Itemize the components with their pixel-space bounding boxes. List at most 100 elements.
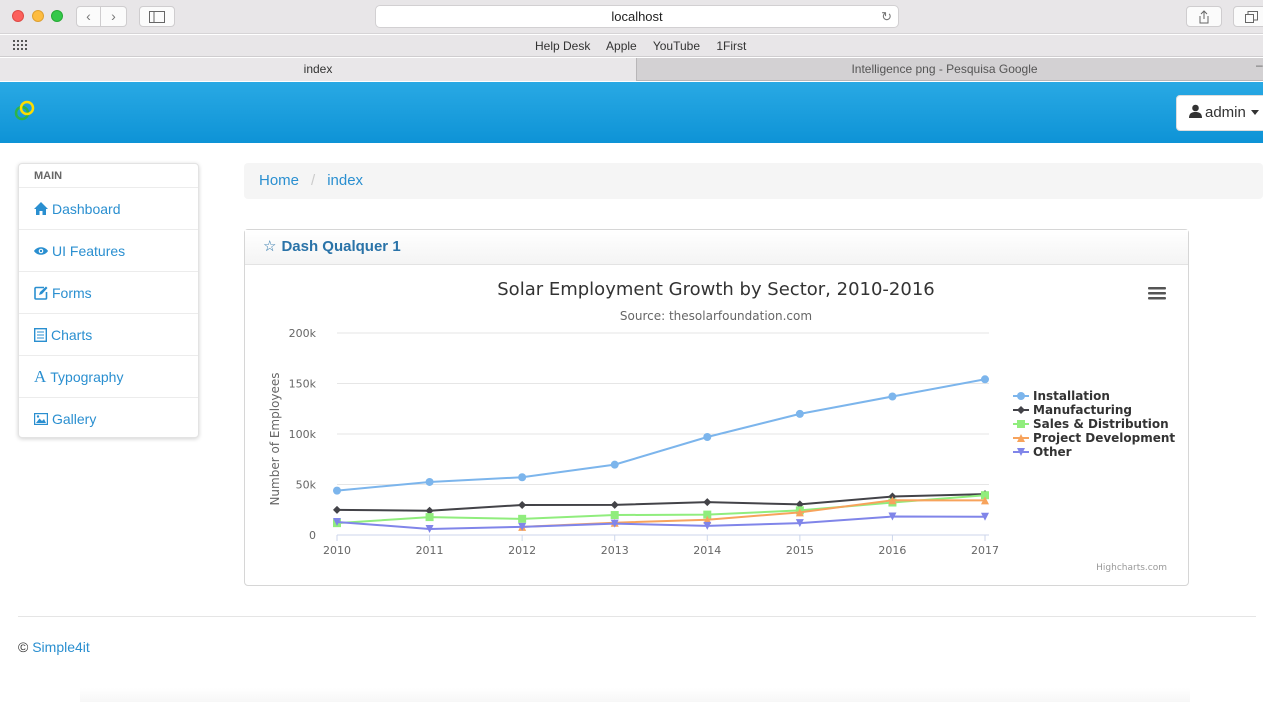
x-tick-label: 2014	[693, 544, 721, 557]
bottom-shadow	[80, 688, 1190, 702]
grid-icon[interactable]	[13, 40, 29, 52]
y-tick-label: 50k	[296, 479, 317, 492]
sidebar-item-forms[interactable]: Forms	[19, 272, 198, 314]
forward-button[interactable]: ›	[101, 6, 127, 27]
series-line-sales-distribution	[336, 494, 986, 525]
sidebar-icon	[149, 11, 165, 23]
back-button[interactable]: ‹	[76, 6, 101, 27]
tab-index[interactable]: index	[0, 58, 637, 81]
chevron-left-icon: ‹	[86, 8, 91, 24]
breadcrumb-current[interactable]: index	[327, 172, 363, 189]
chart-title: Solar Employment Growth by Sector, 2010-…	[497, 279, 934, 300]
sidebar-item-label: Gallery	[52, 411, 97, 427]
data-point-installation	[703, 432, 712, 441]
favorite-link[interactable]: YouTube	[653, 39, 700, 53]
series-line-other	[336, 515, 986, 530]
data-point-sales-distribution	[610, 511, 619, 520]
url-text: localhost	[611, 9, 663, 24]
x-tick-label: 2013	[601, 544, 629, 557]
data-point-installation	[795, 409, 804, 418]
favorite-link[interactable]: 1First	[716, 39, 746, 53]
legend-item-other: Other	[1033, 445, 1072, 459]
zoom-window-button[interactable]	[51, 10, 63, 22]
y-tick-label: 200k	[289, 327, 317, 340]
sidebar-item-gallery[interactable]: Gallery	[19, 398, 198, 440]
address-bar[interactable]: localhost ↻	[375, 5, 899, 28]
favorites-bar: Help Desk Apple YouTube 1First	[0, 35, 1263, 57]
legend-item-sales-distribution: Sales & Distribution	[1033, 417, 1169, 431]
chart-menu-icon	[1148, 297, 1166, 300]
sidebar-item-label: UI Features	[52, 242, 126, 259]
dashboard-panel: ☆ Dash Qualquer 1 Solar Employment Growth…	[244, 229, 1189, 586]
x-tick-label: 2015	[786, 544, 814, 557]
data-point-installation	[333, 486, 341, 495]
list-icon	[34, 327, 47, 342]
picture-icon	[34, 413, 48, 425]
minimize-window-button[interactable]	[32, 10, 44, 22]
font-icon: A	[34, 366, 47, 386]
legend-item-manufacturing: Manufacturing	[1033, 403, 1132, 417]
legend-item-installation: Installation	[1033, 389, 1110, 403]
logo-icon[interactable]	[14, 100, 36, 122]
data-point-manufacturing	[703, 498, 712, 507]
data-point-sales-distribution	[518, 514, 527, 523]
chart-menu-icon	[1148, 287, 1166, 290]
tab-google-search[interactable]: Intelligence png - Pesquisa Google	[638, 58, 1251, 81]
data-point-sales-distribution	[425, 513, 434, 522]
tab-bar: index Intelligence png - Pesquisa Google…	[0, 58, 1263, 81]
sidebar-item-label: Dashboard	[52, 200, 121, 217]
footer: © Simple4it	[18, 639, 90, 655]
breadcrumb-separator: /	[311, 172, 316, 189]
sidebar-toggle-button[interactable]	[139, 6, 175, 27]
reload-icon[interactable]: ↻	[881, 6, 892, 27]
sidebar-item-charts[interactable]: Charts	[19, 314, 198, 356]
legend-item-project-development: Project Development	[1033, 431, 1175, 445]
x-tick-label: 2017	[971, 544, 999, 557]
x-tick-label: 2010	[323, 544, 351, 557]
tab-overflow[interactable]: –	[1256, 58, 1263, 72]
sidebar-item-label: Forms	[52, 284, 92, 301]
y-tick-label: 150k	[289, 378, 317, 391]
footer-divider	[18, 616, 1256, 617]
data-point-installation	[518, 473, 527, 482]
favorite-link[interactable]: Help Desk	[535, 39, 590, 53]
footer-brand-link[interactable]: Simple4it	[32, 639, 90, 655]
sidebar-item-typography[interactable]: A Typography	[19, 356, 198, 398]
breadcrumb: Home / index	[244, 163, 1263, 199]
sidebar-item-ui-features[interactable]: UI Features	[19, 230, 198, 272]
panel-heading: ☆ Dash Qualquer 1	[245, 230, 1188, 265]
line-chart: Solar Employment Growth by Sector, 2010-…	[268, 279, 1175, 573]
user-menu-button[interactable]: admin	[1176, 95, 1263, 131]
sidebar-item-label: Typography	[50, 368, 124, 385]
star-icon: ☆	[263, 238, 277, 255]
series-line-installation	[336, 378, 986, 492]
chart-menu-icon	[1148, 292, 1166, 295]
copyright-symbol: ©	[18, 639, 33, 655]
breadcrumb-home-link[interactable]: Home	[259, 172, 299, 189]
chart-subtitle: Source: thesolarfoundation.com	[620, 309, 812, 323]
data-point-installation	[888, 392, 897, 401]
sidebar-section-label: MAIN	[19, 164, 198, 188]
legend-marker-manufacturing	[1017, 406, 1025, 414]
caret-down-icon	[1250, 110, 1259, 115]
panel-title: Dash Qualquer 1	[281, 238, 401, 255]
browser-titlebar: ‹ › localhost ↻	[0, 0, 1263, 34]
y-tick-label: 100k	[289, 428, 317, 441]
chevron-right-icon: ›	[111, 8, 116, 24]
sidebar-item-label: Charts	[51, 326, 93, 343]
x-tick-label: 2012	[508, 544, 536, 557]
data-point-installation	[981, 375, 989, 384]
y-axis-label: Number of Employees	[268, 372, 282, 505]
favorite-link[interactable]: Apple	[606, 39, 637, 53]
app-header	[0, 82, 1263, 143]
sidebar: MAIN Dashboard UI Features Forms Charts …	[18, 163, 199, 438]
x-tick-label: 2016	[878, 544, 906, 557]
close-window-button[interactable]	[12, 10, 24, 22]
y-tick-label: 0	[309, 529, 316, 542]
sidebar-item-dashboard[interactable]: Dashboard	[19, 188, 198, 230]
show-tabs-button[interactable]	[1233, 6, 1263, 27]
x-tick-label: 2011	[416, 544, 444, 557]
data-point-manufacturing	[518, 500, 527, 509]
share-button[interactable]	[1186, 6, 1222, 27]
data-point-manufacturing	[610, 500, 619, 509]
